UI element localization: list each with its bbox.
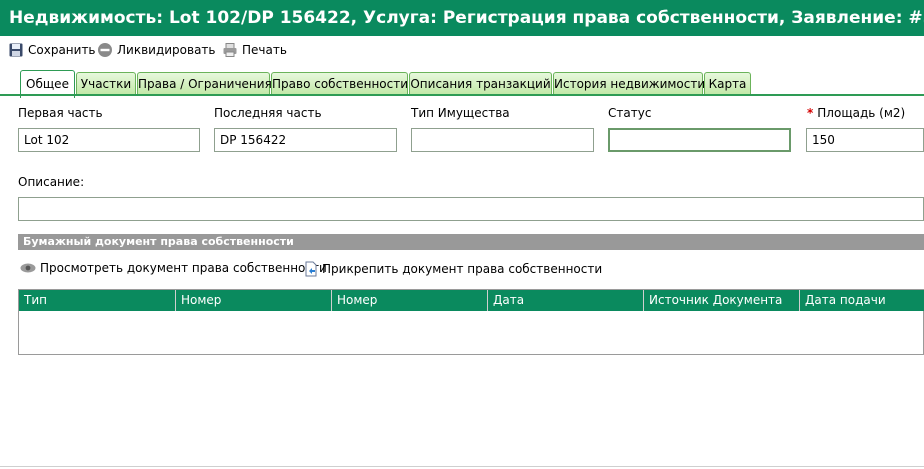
description-input[interactable] [18, 197, 924, 221]
tab-strip: Общее Участки Права / Ограничения Право … [0, 63, 924, 98]
first-part-input[interactable] [18, 128, 200, 152]
table-header: Тип Номер Номер Дата Источник Документа … [19, 290, 924, 311]
remove-circle-icon [98, 42, 112, 57]
tab-ownership[interactable]: Право собственности [271, 72, 408, 96]
area-label-group: * Площадь (м2) [807, 106, 905, 120]
liquidate-button[interactable]: Ликвидировать [97, 41, 215, 58]
last-part-label: Последняя часть [214, 106, 322, 120]
save-label: Сохранить [28, 42, 96, 57]
attach-document-label: Прикрепить документ права собственности [322, 262, 603, 276]
first-part-label: Первая часть [18, 106, 103, 120]
paper-document-actions: Просмотреть документ права собственности… [18, 259, 924, 279]
tab-rights-restrictions[interactable]: Права / Ограничения [137, 72, 272, 96]
attach-document-button[interactable]: Прикрепить документ права собственности [304, 261, 602, 277]
view-document-label: Просмотреть документ права собственности [40, 261, 327, 275]
save-button[interactable]: Сохранить [8, 41, 96, 58]
column-header-number[interactable]: Номер [176, 290, 332, 311]
area-label: Площадь (м2) [817, 106, 906, 120]
paper-document-table: Тип Номер Номер Дата Источник Документа … [18, 289, 924, 355]
printer-icon [223, 42, 237, 57]
property-type-label: Тип Имущества [411, 106, 510, 120]
column-header-submission-date[interactable]: Дата подачи [800, 290, 924, 311]
eye-icon [20, 263, 36, 273]
column-header-document-source[interactable]: Источник Документа [644, 290, 800, 311]
toolbar: Сохранить Ликвидировать Печать [0, 36, 924, 64]
tab-transaction-descriptions[interactable]: Описания транзакций [409, 72, 552, 96]
area-input[interactable] [806, 128, 924, 152]
last-part-input[interactable] [214, 128, 397, 152]
status-label: Статус [608, 106, 652, 120]
status-input[interactable] [608, 128, 791, 152]
tab-property-history[interactable]: История недвижимости [553, 72, 705, 96]
description-label: Описание: [18, 175, 85, 189]
column-header-number-2[interactable]: Номер [332, 290, 488, 311]
tab-parcels[interactable]: Участки [76, 72, 136, 96]
print-button[interactable]: Печать [222, 41, 287, 58]
tab-divider [0, 94, 924, 96]
tab-map[interactable]: Карта [704, 72, 751, 96]
attach-document-icon [305, 261, 317, 277]
print-label: Печать [242, 42, 287, 57]
property-type-input[interactable] [411, 128, 594, 152]
view-document-button[interactable]: Просмотреть документ права собственности [20, 261, 327, 275]
bottom-divider [0, 466, 924, 467]
floppy-disk-icon [9, 43, 23, 56]
required-asterisk: * [807, 106, 814, 120]
column-header-date[interactable]: Дата [488, 290, 644, 311]
liquidate-label: Ликвидировать [117, 42, 216, 57]
paper-document-section-header: Бумажный документ права собственности [18, 234, 924, 250]
column-header-type[interactable]: Тип [19, 290, 176, 311]
window-title: Недвижимость: Lot 102/DP 156422, Услуга:… [0, 0, 924, 36]
